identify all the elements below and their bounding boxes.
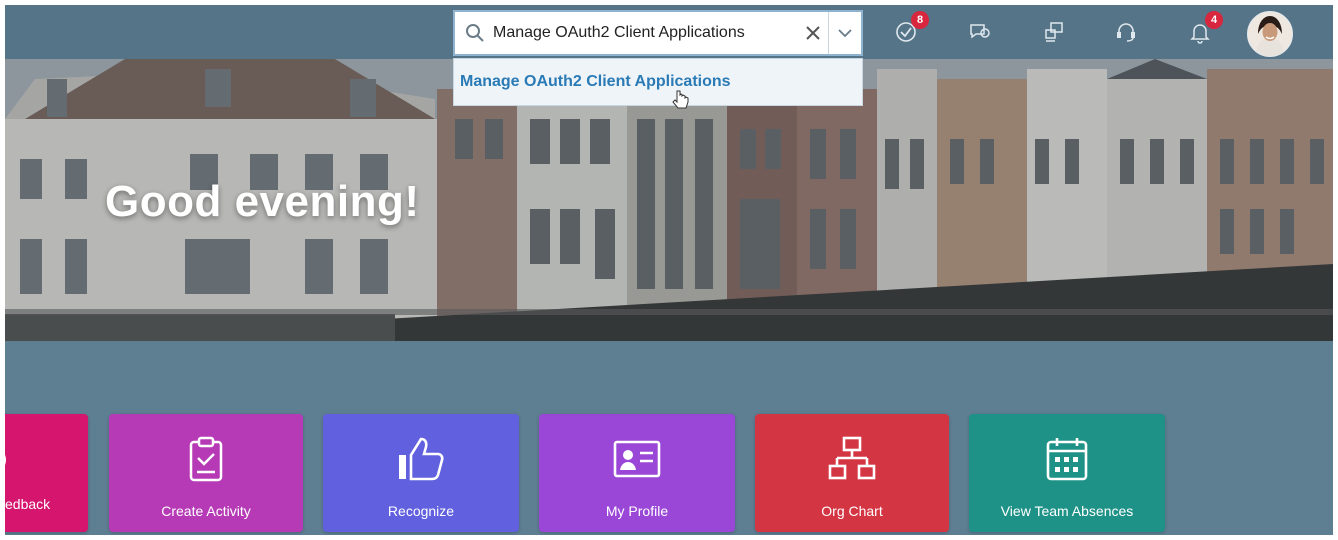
tile-label: Recognize — [387, 503, 455, 519]
tile-feedback[interactable]: edback — [5, 414, 88, 532]
org-chart-icon — [826, 433, 878, 485]
collaboration-icon[interactable] — [1039, 17, 1069, 47]
tile-my-profile[interactable]: My Profile — [539, 414, 735, 532]
tile-recognize[interactable]: Recognize — [323, 414, 519, 532]
app-frame: Good evening! 8 — [5, 5, 1333, 535]
clipboard-check-icon — [180, 433, 232, 485]
search-input[interactable] — [489, 18, 798, 48]
chevron-down-icon[interactable] — [828, 12, 861, 54]
tile-label: Org Chart — [821, 503, 883, 519]
search-box[interactable] — [453, 10, 863, 56]
hand-cursor-icon — [672, 90, 689, 109]
tile-view-team-absences[interactable]: View Team Absences — [969, 414, 1165, 532]
todo-icon[interactable]: 8 — [891, 11, 929, 47]
tile-label: My Profile — [605, 503, 669, 519]
thumbs-up-icon — [395, 433, 447, 485]
tile-label: edback — [5, 496, 51, 512]
greeting-text: Good evening! — [105, 177, 420, 226]
shell-bar: 8 4 — [5, 5, 1333, 59]
tile-org-chart[interactable]: Org Chart — [755, 414, 949, 532]
feedback-icon — [5, 444, 11, 484]
search-icon[interactable] — [461, 19, 489, 47]
support-icon[interactable] — [1111, 17, 1141, 47]
search-suggestion[interactable]: Manage OAuth2 Client Applications — [453, 58, 863, 109]
calendar-icon — [1041, 433, 1093, 485]
notifications-icon[interactable]: 4 — [1185, 11, 1223, 47]
id-card-icon — [611, 433, 663, 485]
chat-icon[interactable] — [965, 17, 995, 47]
tile-create-activity[interactable]: Create Activity — [109, 414, 303, 532]
notifications-badge: 4 — [1205, 11, 1223, 29]
todo-badge: 8 — [911, 11, 929, 29]
close-icon[interactable] — [798, 18, 828, 48]
avatar[interactable] — [1247, 11, 1293, 57]
tile-label: View Team Absences — [1000, 503, 1134, 519]
tile-label: Create Activity — [161, 503, 251, 519]
